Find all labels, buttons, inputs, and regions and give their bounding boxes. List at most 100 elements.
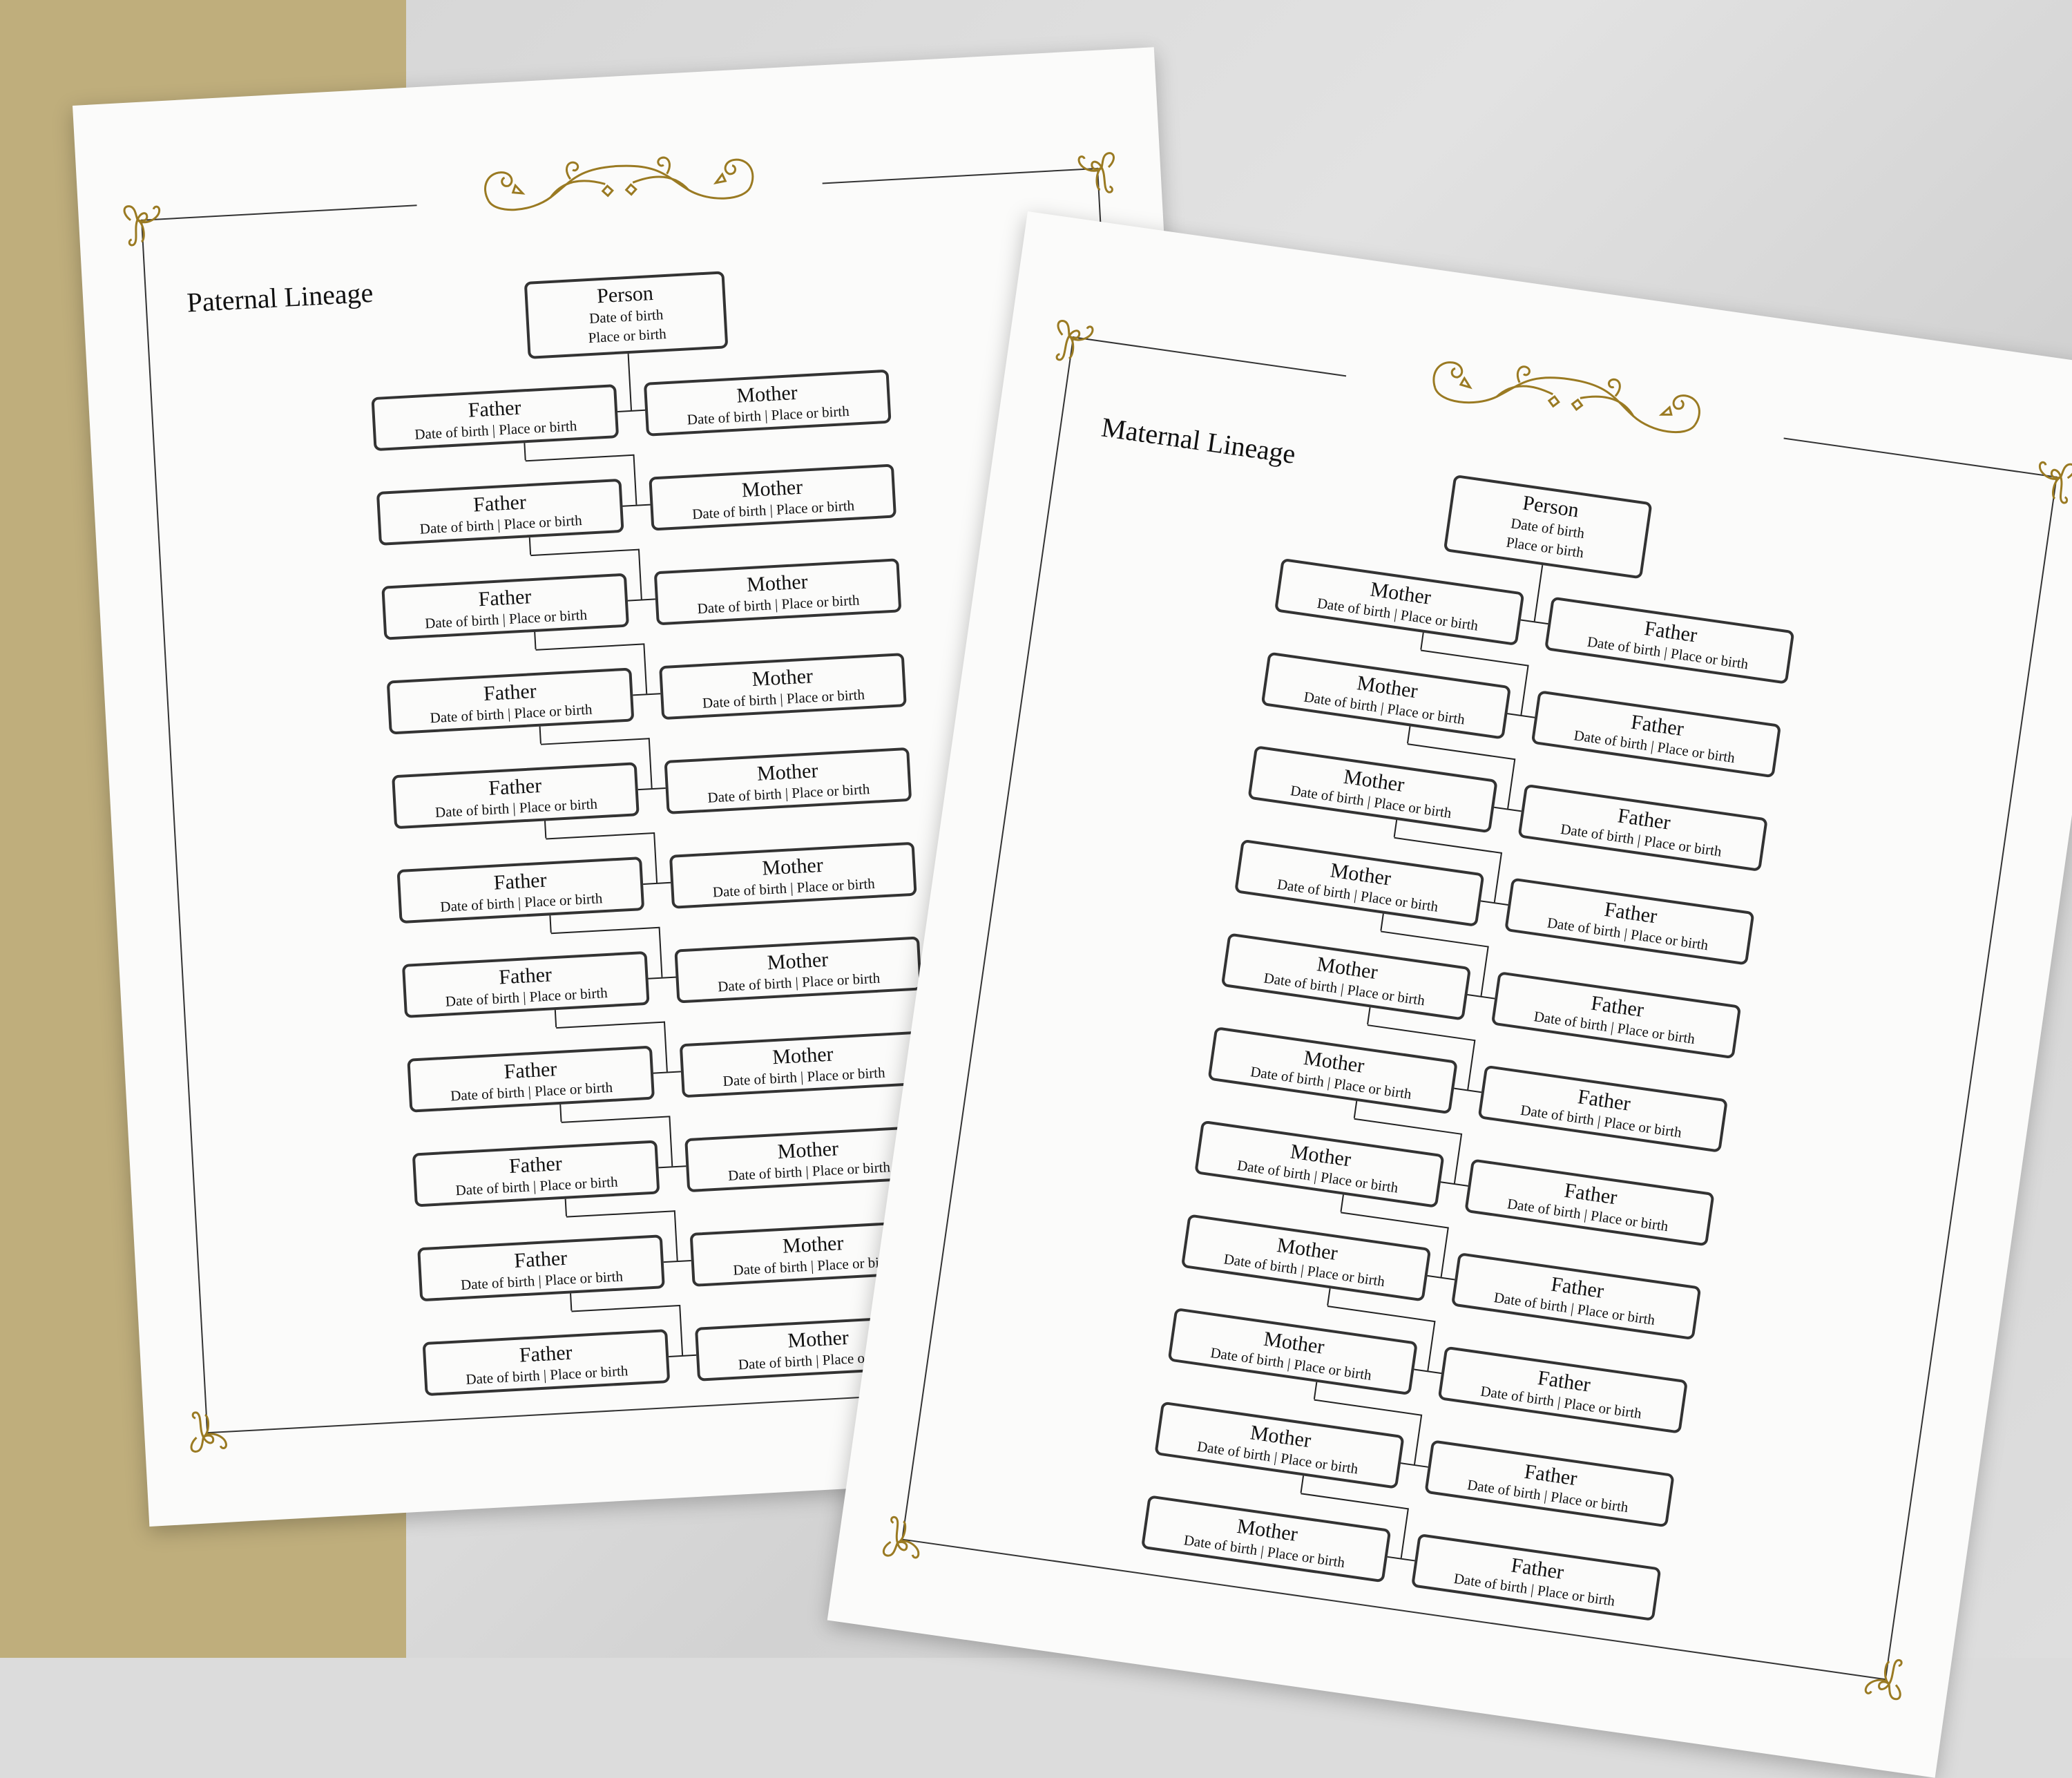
connector-line: [663, 1021, 668, 1072]
connector-line: [633, 693, 661, 696]
connector-line: [570, 1304, 680, 1312]
father-box[interactable]: Father Date of birth | Place or birth: [1544, 596, 1795, 685]
connector-line: [525, 454, 634, 462]
connector-line: [523, 443, 526, 461]
connector-line: [669, 1354, 697, 1357]
mother-box[interactable]: Mother Date of birth | Place or birth: [1180, 1214, 1432, 1302]
connector-line: [559, 1104, 562, 1122]
connector-line: [1480, 946, 1489, 996]
father-box[interactable]: Father Date of birth | Place or birth: [422, 1329, 671, 1397]
connector-line: [627, 598, 655, 602]
father-box[interactable]: Father Date of birth | Place or birth: [396, 857, 645, 924]
connector-line: [1367, 1024, 1475, 1042]
connector-line: [566, 1210, 675, 1218]
mother-box[interactable]: Mother Date of birth | Place or birth: [1194, 1120, 1445, 1208]
father-box[interactable]: Father Date of birth | Place or birth: [417, 1234, 665, 1302]
connector-line: [648, 976, 676, 979]
family-tree: Person Date of birth Place or birth Mother D…: [827, 211, 2072, 1778]
father-box[interactable]: Father Date of birth | Place or birth: [1437, 1346, 1689, 1434]
father-box[interactable]: Father Date of birth | Place or birth: [1450, 1252, 1702, 1341]
mother-box[interactable]: Mother Date of birth | Place or birth: [1167, 1307, 1418, 1396]
connector-line: [658, 926, 663, 977]
father-box[interactable]: Father Date of birth | Place or birth: [392, 762, 640, 830]
connector-line: [555, 1021, 665, 1029]
connector-line: [539, 726, 541, 744]
connector-line: [1520, 665, 1529, 716]
father-box[interactable]: Father Date of birth | Place or birth: [1517, 783, 1768, 872]
mother-box[interactable]: Mother Date of birth | Place or birth: [659, 653, 907, 720]
father-box[interactable]: Father Date of birth | Place or birth: [1410, 1533, 1662, 1622]
connector-line: [1414, 1414, 1423, 1465]
connector-line: [1440, 1227, 1449, 1277]
connector-line: [1339, 1194, 1344, 1212]
connector-line: [653, 832, 658, 883]
father-box[interactable]: Father Date of birth | Place or birth: [1531, 690, 1782, 778]
father-box[interactable]: Father Date of birth | Place or birth: [386, 667, 635, 735]
connector-line: [548, 915, 552, 933]
father-box[interactable]: Father Date of birth | Place or birth: [1477, 1064, 1728, 1153]
connector-line: [1340, 1212, 1448, 1229]
mother-box[interactable]: Mother Date of birth | Place or birth: [674, 936, 923, 1004]
connector-line: [550, 926, 660, 935]
father-box[interactable]: Father Date of birth | Place or birth: [381, 573, 629, 640]
maternal-lineage-page: Maternal Lineage Person Date of birth Plac…: [827, 211, 2072, 1778]
connector-line: [564, 1198, 567, 1216]
connector-line: [679, 1304, 684, 1355]
connector-line: [1353, 1100, 1357, 1118]
connector-line: [637, 548, 642, 600]
mother-box[interactable]: Mother Date of birth | Place or birth: [653, 558, 902, 626]
father-box[interactable]: Father Date of birth | Place or birth: [1424, 1440, 1675, 1528]
connector-line: [528, 537, 531, 555]
connector-line: [1507, 758, 1516, 809]
connector-line: [1314, 1399, 1422, 1416]
father-box[interactable]: Father Date of birth | Place or birth: [1504, 877, 1755, 966]
mother-box[interactable]: Mother Date of birth | Place or birth: [1260, 651, 1512, 740]
connector-line: [530, 548, 640, 557]
connector-line: [637, 787, 666, 791]
father-box[interactable]: Father Date of birth | Place or birth: [412, 1140, 660, 1207]
mother-box[interactable]: Mother Date of birth | Place or birth: [1234, 839, 1485, 927]
connector-line: [1379, 913, 1384, 931]
father-box[interactable]: Father Date of birth | Place or birth: [1464, 1158, 1715, 1247]
mother-box[interactable]: Mother Date of birth | Place or birth: [679, 1031, 928, 1098]
connector-line: [544, 821, 546, 839]
connector-line: [1427, 1320, 1436, 1371]
father-box[interactable]: Father Date of birth | Place or birth: [376, 478, 624, 546]
connector-line: [617, 409, 646, 412]
mother-box[interactable]: Mother Date of birth | Place or birth: [1140, 1495, 1392, 1583]
mother-box[interactable]: Mother Date of birth | Place or birth: [1274, 557, 1525, 647]
connector-line: [569, 1293, 572, 1311]
father-box[interactable]: Father Date of birth | Place or birth: [401, 950, 650, 1018]
mother-box[interactable]: Mother Date of birth | Place or birth: [649, 463, 896, 531]
mother-box[interactable]: Mother Date of birth | Place or birth: [1247, 745, 1498, 834]
father-box[interactable]: Father Date of birth | Place or birth: [1490, 971, 1742, 1060]
connector-line: [673, 1210, 678, 1261]
mother-box[interactable]: Mother Date of birth | Place or birth: [1154, 1401, 1405, 1489]
connector-line: [622, 504, 651, 507]
connector-line: [653, 1071, 681, 1074]
mother-box[interactable]: Mother Date of birth | Place or birth: [1207, 1026, 1458, 1115]
connector-line: [627, 353, 633, 410]
connector-line: [1407, 743, 1515, 761]
connector-line: [1366, 1007, 1371, 1025]
connector-line: [1300, 1475, 1304, 1493]
connector-line: [663, 1260, 691, 1263]
connector-line: [643, 881, 671, 885]
connector-line: [1400, 1508, 1409, 1558]
father-box[interactable]: Father Date of birth | Place or birth: [407, 1045, 655, 1113]
connector-line: [1353, 1118, 1462, 1135]
person-box[interactable]: Person Date of birth Place or birth: [524, 271, 729, 359]
connector-line: [1419, 632, 1424, 650]
mother-box[interactable]: Mother Date of birth | Place or birth: [669, 841, 917, 909]
mother-box[interactable]: Mother Date of birth | Place or birth: [664, 747, 912, 814]
father-box[interactable]: Father Date of birth | Place or birth: [371, 384, 620, 452]
connector-line: [554, 1010, 557, 1028]
connector-line: [643, 643, 648, 694]
person-box[interactable]: Person Date of birth Place or birth: [1443, 474, 1653, 580]
connector-line: [633, 454, 637, 505]
connector-line: [1313, 1382, 1317, 1399]
mother-box[interactable]: Mother Date of birth | Place or birth: [643, 369, 892, 437]
connector-line: [535, 643, 644, 651]
mother-box[interactable]: Mother Date of birth | Place or birth: [1220, 933, 1472, 1021]
connector-line: [669, 1116, 673, 1167]
